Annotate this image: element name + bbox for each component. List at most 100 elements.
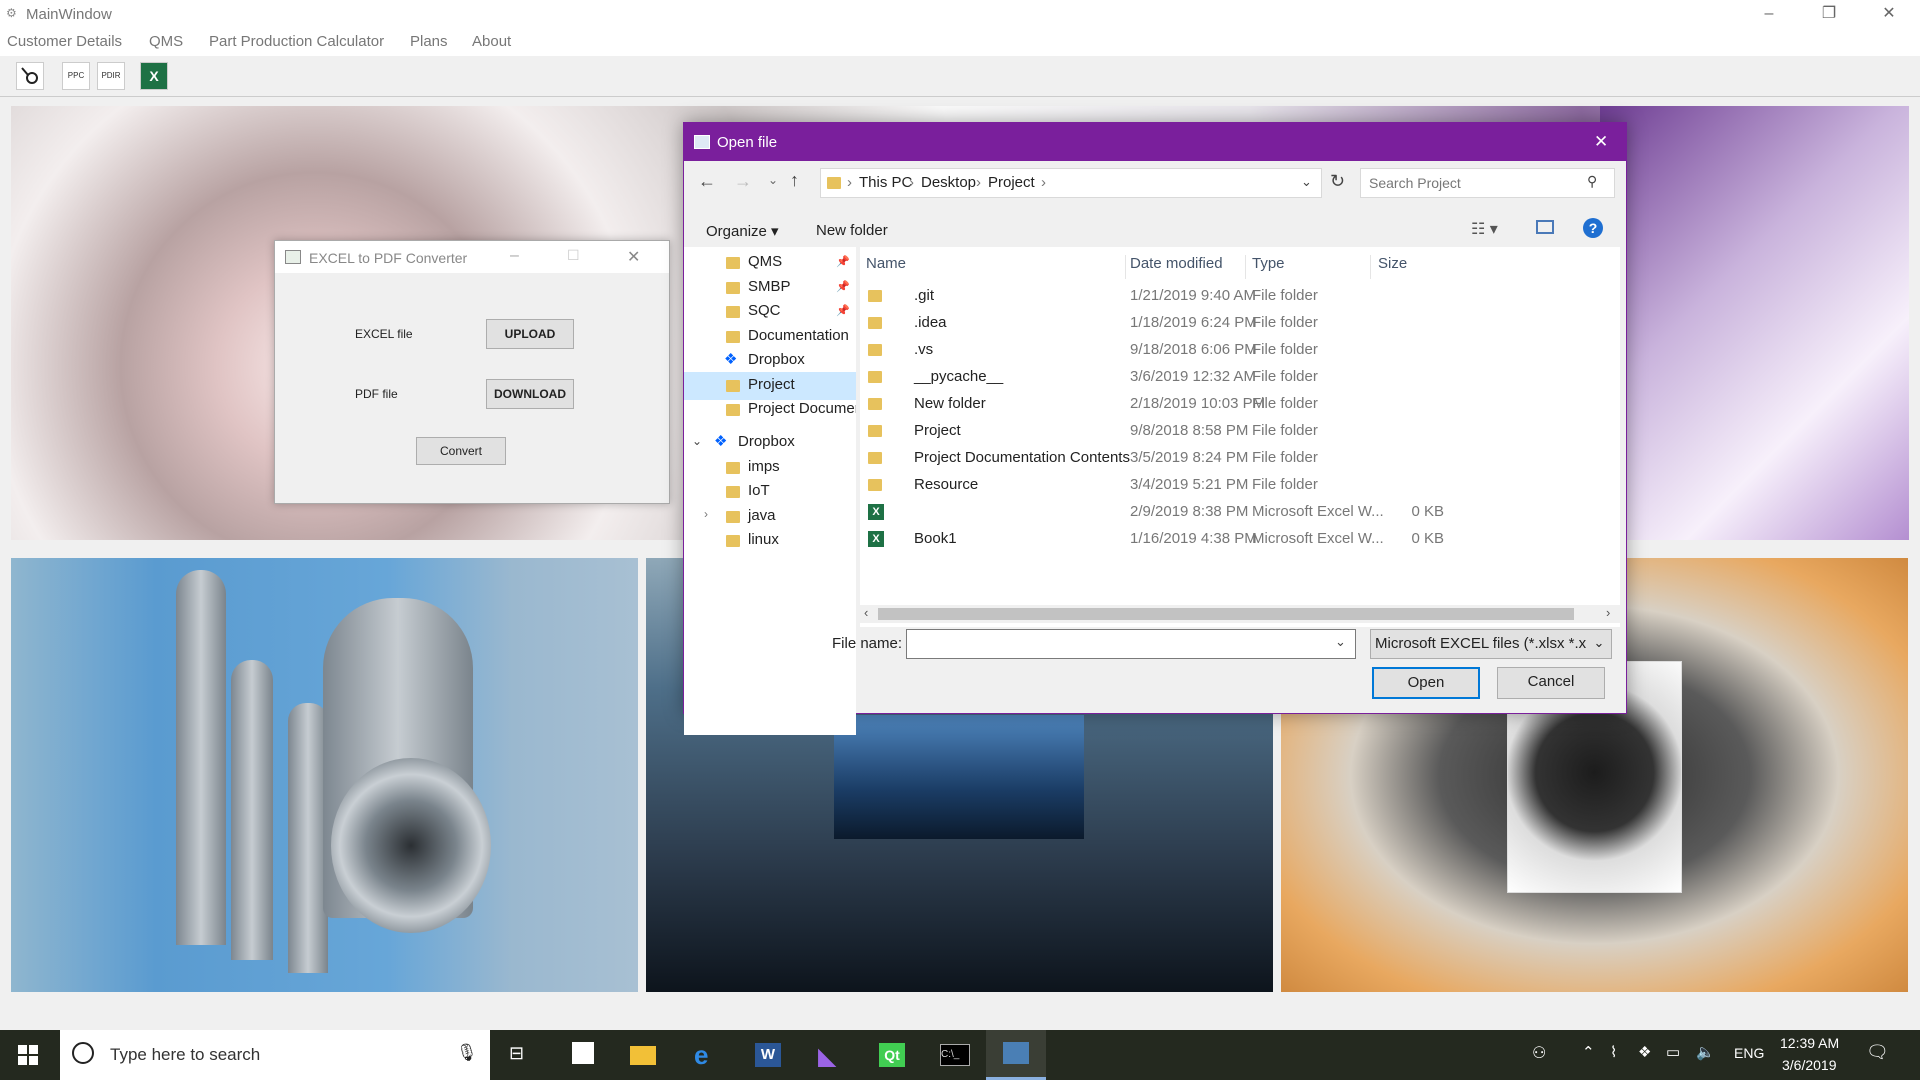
customer-tool-icon[interactable] bbox=[16, 62, 44, 90]
clock-date[interactable]: 3/6/2019 bbox=[1782, 1057, 1837, 1073]
nav-item-iot[interactable]: IoT bbox=[684, 478, 856, 506]
nav-item-sqc[interactable]: SQC 📌 bbox=[684, 298, 856, 326]
refresh-icon[interactable]: ↻ bbox=[1330, 171, 1345, 192]
file-name-input[interactable]: ⌄ bbox=[906, 629, 1356, 659]
file-row[interactable]: .vs 9/18/2018 6:06 PM File folder bbox=[860, 337, 1620, 364]
volume-icon[interactable]: 🔈 bbox=[1696, 1043, 1715, 1061]
dialog-title-bar: Open file ✕ bbox=[684, 123, 1626, 161]
file-row[interactable]: Resource 3/4/2019 5:21 PM File folder bbox=[860, 472, 1620, 499]
breadcrumb-this-pc[interactable]: This PC bbox=[859, 174, 912, 191]
file-type-filter-select[interactable]: Microsoft EXCEL files (*.xlsx *.xl ⌄ bbox=[1370, 629, 1612, 659]
file-row[interactable]: New folder 2/18/2019 10:03 PM File folder bbox=[860, 391, 1620, 418]
converter-close-button[interactable]: ✕ bbox=[627, 247, 640, 267]
horizontal-scrollbar-thumb[interactable] bbox=[878, 608, 1574, 620]
scroll-right-icon[interactable]: › bbox=[1606, 605, 1610, 620]
file-row[interactable]: X Book1 1/16/2019 4:38 PM Microsoft Excel W… bbox=[860, 526, 1620, 553]
organize-menu[interactable]: Organize ▾ bbox=[706, 222, 779, 240]
clock-time[interactable]: 12:39 AM bbox=[1780, 1035, 1839, 1051]
breadcrumb-desktop[interactable]: Desktop bbox=[921, 174, 976, 191]
file-row[interactable]: .idea 1/18/2019 6:24 PM File folder bbox=[860, 310, 1620, 337]
taskbar-search-box[interactable]: Type here to search 🎙 bbox=[60, 1030, 490, 1080]
pin-icon: 📌 bbox=[836, 256, 850, 268]
nav-item-project-documentation[interactable]: Project Documer bbox=[684, 396, 856, 424]
converter-title: EXCEL to PDF Converter bbox=[309, 250, 468, 266]
edge-icon[interactable]: e bbox=[676, 1030, 736, 1080]
new-folder-button[interactable]: New folder bbox=[816, 222, 888, 239]
navigation-pane: QMS 📌 SMBP 📌 SQC 📌 Documentation ❖ Dropb… bbox=[684, 247, 874, 735]
column-header-size[interactable]: Size bbox=[1378, 255, 1407, 272]
recent-locations-chevron-icon[interactable]: ⌄ bbox=[768, 173, 778, 187]
close-button[interactable]: ✕ bbox=[1866, 0, 1912, 28]
menu-qms[interactable]: QMS bbox=[149, 33, 183, 50]
minimize-button[interactable]: – bbox=[1746, 0, 1792, 28]
menu-customer-details[interactable]: Customer Details bbox=[7, 33, 122, 50]
excel-tool-button[interactable]: X bbox=[140, 62, 168, 90]
folder-icon bbox=[726, 511, 740, 523]
address-dropdown-chevron-icon[interactable]: ⌄ bbox=[1301, 174, 1312, 190]
column-header-date[interactable]: Date modified bbox=[1130, 255, 1223, 272]
menu-part-production-calculator[interactable]: Part Production Calculator bbox=[209, 33, 384, 50]
file-row[interactable]: X 2/9/2019 8:38 PM Microsoft Excel W... 0 K… bbox=[860, 499, 1620, 526]
maximize-button[interactable]: ❐ bbox=[1806, 0, 1852, 28]
search-project-input[interactable]: Search Project ⚲ bbox=[1360, 168, 1615, 198]
chevron-down-icon[interactable]: ⌄ bbox=[692, 434, 702, 448]
file-row[interactable]: .git 1/21/2019 9:40 AM File folder bbox=[860, 283, 1620, 310]
nav-item-dropbox[interactable]: ⌄ ❖ Dropbox bbox=[684, 429, 856, 457]
visual-studio-icon[interactable]: ◣ bbox=[800, 1030, 860, 1080]
network-icon[interactable]: ⌇ bbox=[1610, 1043, 1617, 1061]
show-hidden-icons-chevron[interactable]: ⌃ bbox=[1582, 1043, 1595, 1061]
qt-creator-icon[interactable]: Qt bbox=[862, 1030, 922, 1080]
open-button[interactable]: Open bbox=[1372, 667, 1480, 699]
column-header-type[interactable]: Type bbox=[1252, 255, 1285, 272]
nav-item-dropbox-quick[interactable]: ❖ Dropbox bbox=[684, 347, 856, 375]
back-arrow-icon[interactable]: ← bbox=[698, 171, 716, 192]
view-options-icon[interactable]: ☷ ▾ bbox=[1471, 219, 1498, 239]
dropbox-tray-icon[interactable]: ❖ bbox=[1638, 1043, 1651, 1061]
nav-item-linux[interactable]: linux bbox=[684, 527, 856, 555]
download-button[interactable]: DOWNLOAD bbox=[486, 379, 574, 409]
app-icon: ⚙ bbox=[6, 6, 17, 20]
windows-start-icon[interactable] bbox=[18, 1045, 38, 1069]
microphone-icon[interactable]: 🎙 bbox=[456, 1043, 478, 1063]
file-type: File folder bbox=[1252, 476, 1318, 493]
word-icon[interactable]: W bbox=[738, 1030, 798, 1080]
action-center-icon[interactable]: 🗨 bbox=[1866, 1042, 1889, 1063]
product-image-pins bbox=[11, 558, 638, 992]
cancel-button[interactable]: Cancel bbox=[1497, 667, 1605, 699]
pdir-tool-button[interactable]: PDIR bbox=[97, 62, 125, 90]
file-row[interactable]: Project Documentation Contents 3/5/2019 8… bbox=[860, 445, 1620, 472]
preview-pane-icon[interactable] bbox=[1536, 220, 1554, 234]
chevron-right-icon[interactable]: › bbox=[704, 507, 708, 521]
menu-plans[interactable]: Plans bbox=[410, 33, 448, 50]
people-icon[interactable]: ⚇ bbox=[1532, 1043, 1546, 1063]
battery-icon[interactable]: ▭ bbox=[1666, 1043, 1680, 1061]
forward-arrow-icon[interactable]: → bbox=[734, 171, 752, 192]
language-indicator[interactable]: ENG bbox=[1734, 1045, 1764, 1061]
converter-maximize-button[interactable]: ☐ bbox=[567, 247, 580, 264]
scroll-left-icon[interactable]: ‹ bbox=[864, 605, 868, 620]
window-icon bbox=[285, 250, 301, 264]
command-prompt-icon[interactable]: C:\_ bbox=[924, 1030, 984, 1080]
breadcrumb-project[interactable]: Project bbox=[988, 174, 1035, 191]
horizontal-scrollbar[interactable]: ‹ › bbox=[860, 605, 1620, 623]
menu-about[interactable]: About bbox=[472, 33, 511, 50]
folder-icon bbox=[868, 479, 882, 491]
ppc-tool-button[interactable]: PPC bbox=[62, 62, 90, 90]
converter-minimize-button[interactable]: – bbox=[510, 247, 519, 265]
python-app-icon[interactable] bbox=[986, 1030, 1046, 1080]
nav-item-qms[interactable]: QMS 📌 bbox=[684, 249, 856, 277]
column-header-name[interactable]: Name bbox=[866, 255, 906, 272]
file-row[interactable]: __pycache__ 3/6/2019 12:32 AM File folder bbox=[860, 364, 1620, 391]
task-view-icon[interactable]: ⊟ bbox=[490, 1030, 550, 1080]
dialog-close-button[interactable]: ✕ bbox=[1594, 132, 1608, 152]
up-arrow-icon[interactable]: ↑ bbox=[790, 170, 799, 191]
upload-button[interactable]: UPLOAD bbox=[486, 319, 574, 349]
filter-chevron-down-icon[interactable]: ⌄ bbox=[1587, 630, 1611, 658]
file-name-dropdown-chevron-icon[interactable]: ⌄ bbox=[1335, 634, 1346, 650]
help-icon[interactable]: ? bbox=[1583, 218, 1603, 238]
file-row[interactable]: Project 9/8/2018 8:58 PM File folder bbox=[860, 418, 1620, 445]
file-explorer-icon[interactable] bbox=[614, 1030, 674, 1080]
store-icon[interactable] bbox=[553, 1030, 613, 1080]
convert-button[interactable]: Convert bbox=[416, 437, 506, 465]
address-bar[interactable]: › This PC › Desktop › Project › ⌄ bbox=[820, 168, 1322, 198]
